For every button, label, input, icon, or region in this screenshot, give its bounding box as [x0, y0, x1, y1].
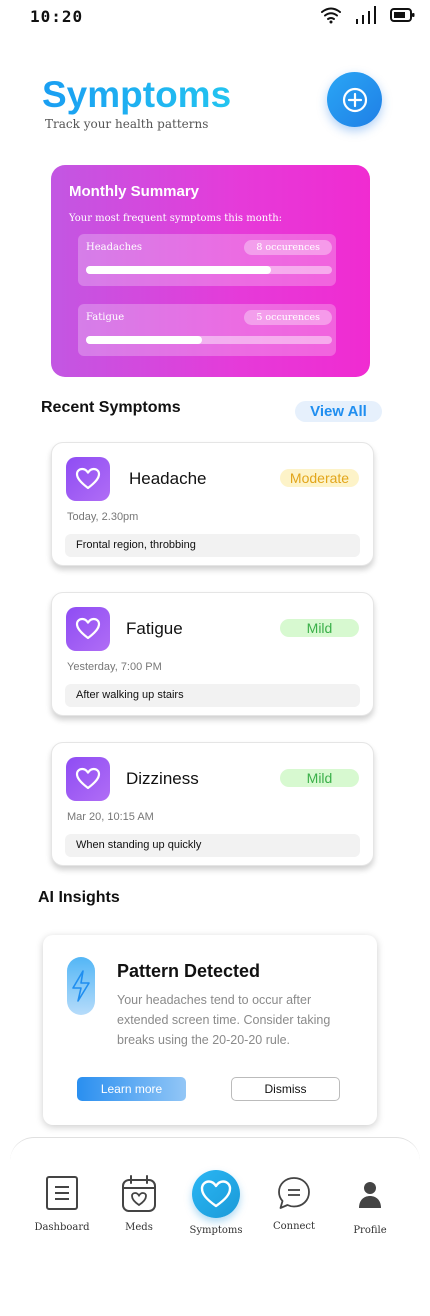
symptom-note: When standing up quickly [65, 834, 360, 857]
insight-text: Your headaches tend to occur after exten… [117, 993, 331, 1047]
nav-label: Connect [272, 1221, 316, 1232]
nav-item-dashboard[interactable]: Dashboard [22, 1174, 102, 1233]
dismiss-button[interactable]: Dismiss [231, 1077, 340, 1101]
symptom-name: Dizziness [126, 769, 199, 788]
severity-badge: Mild [280, 619, 359, 637]
chat-icon [278, 1177, 310, 1209]
insight-icon-box [67, 957, 95, 1015]
symptom-name: Headache [129, 469, 207, 488]
heart-icon [75, 467, 101, 490]
status-icons [320, 5, 416, 25]
calendar-heart-icon [122, 1175, 156, 1212]
summary-item-name: Fatigue [86, 312, 125, 323]
severity-badge: Mild [280, 769, 359, 787]
symptom-card-fatigue[interactable]: Fatigue Mild Yesterday, 7:00 PM After wa… [51, 592, 374, 716]
symptom-time: Today, 2.30pm [67, 511, 139, 523]
symptom-note: After walking up stairs [65, 684, 360, 707]
summary-progress-track [86, 336, 332, 344]
symptom-icon-box [66, 457, 110, 501]
view-all-button[interactable]: View All [295, 401, 382, 422]
summary-item-name: Headaches [86, 242, 143, 253]
nav-item-profile[interactable]: Profile [330, 1178, 410, 1236]
symptom-icon-box [66, 607, 110, 651]
wifi-icon [321, 7, 341, 24]
recent-symptoms-title: Recent Symptoms [41, 399, 181, 416]
signal-icon [356, 6, 376, 24]
symptom-card-dizziness[interactable]: Dizziness Mild Mar 20, 10:15 AM When sta… [51, 742, 374, 866]
summary-item-fatigue: Fatigue 5 occurences [78, 304, 336, 356]
nav-item-symptoms[interactable]: Symptoms [176, 1170, 256, 1236]
ai-insights-title: AI Insights [38, 889, 120, 906]
summary-item-headaches: Headaches 8 occurences [78, 234, 336, 286]
heart-icon [75, 617, 101, 640]
battery-icon [390, 8, 415, 22]
symptom-name: Fatigue [126, 619, 183, 638]
nav-item-meds[interactable]: Meds [99, 1174, 179, 1233]
severity-badge: Moderate [280, 469, 359, 487]
status-bar: 10:20 [0, 0, 430, 34]
monthly-summary-card: Monthly Summary Your most frequent sympt… [51, 165, 370, 377]
summary-progress-track [86, 266, 332, 274]
dashboard-icon [46, 1176, 78, 1210]
page-title: Symptoms [42, 74, 232, 115]
summary-progress-fill [86, 266, 271, 274]
insight-card: Pattern Detected Your headaches tend to … [43, 935, 377, 1125]
symptom-time: Yesterday, 7:00 PM [67, 661, 162, 673]
lightning-icon [72, 970, 90, 1002]
nav-label: Dashboard [34, 1222, 90, 1233]
nav-label: Meds [125, 1222, 153, 1233]
status-time: 10:20 [30, 7, 84, 26]
summary-description: Your most frequent symptoms this month: [69, 213, 283, 224]
symptom-card-headache[interactable]: Headache Moderate Today, 2.30pm Frontal … [51, 442, 374, 566]
heart-icon [200, 1180, 232, 1208]
symptom-time: Mar 20, 10:15 AM [67, 811, 154, 823]
add-symptom-button[interactable] [327, 72, 382, 127]
nav-active-indicator [192, 1170, 240, 1218]
nav-label: Symptoms [189, 1225, 243, 1236]
summary-title: Monthly Summary [69, 183, 200, 200]
summary-item-count: 5 occurences [244, 310, 332, 325]
symptom-note: Frontal region, throbbing [65, 534, 360, 557]
user-icon [359, 1182, 381, 1208]
nav-item-connect[interactable]: Connect [254, 1174, 334, 1232]
summary-progress-fill [86, 336, 202, 344]
nav-label: Profile [353, 1225, 387, 1236]
plus-circle-icon [342, 87, 367, 112]
learn-more-button[interactable]: Learn more [77, 1077, 186, 1101]
symptom-icon-box [66, 757, 110, 801]
page-subtitle: Track your health patterns [45, 117, 209, 131]
insight-title: Pattern Detected [117, 961, 261, 981]
heart-icon [75, 767, 101, 790]
summary-item-count: 8 occurences [244, 240, 332, 255]
